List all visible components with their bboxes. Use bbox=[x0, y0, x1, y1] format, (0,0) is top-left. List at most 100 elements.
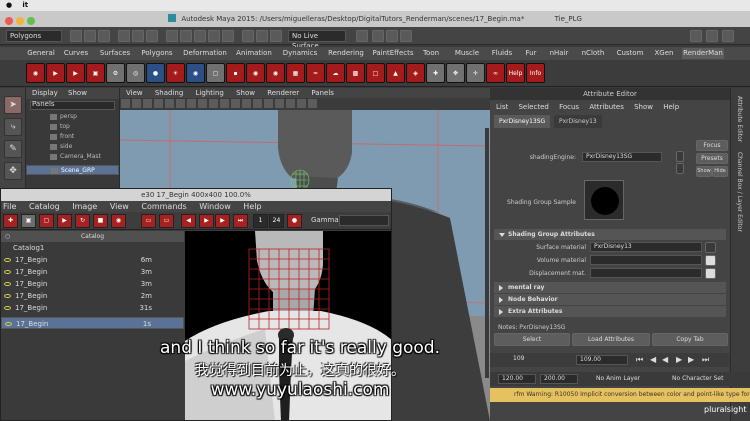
shelf-tab-toon[interactable]: Toon bbox=[420, 48, 442, 59]
shelf-tab-general[interactable]: General bbox=[26, 48, 56, 59]
catalog-item[interactable]: 17_Begin 2m bbox=[1, 290, 184, 302]
transform-icon[interactable]: ✛ bbox=[466, 63, 485, 83]
safe-title-icon[interactable] bbox=[220, 99, 229, 108]
frame-end-field[interactable]: 24 bbox=[269, 214, 284, 228]
refresh-icon[interactable]: ↻ bbox=[75, 214, 90, 228]
outliner-item[interactable]: side bbox=[26, 142, 119, 152]
ipr-render-icon[interactable]: ▶ bbox=[57, 214, 72, 228]
catalog-item[interactable]: 17_Begin 3m bbox=[1, 266, 184, 278]
tab-pxrdisney13sg[interactable]: PxrDisney13SG bbox=[494, 115, 551, 128]
material-sphere-icon[interactable]: ◉ bbox=[266, 63, 285, 83]
paint-select-icon[interactable]: ✎ bbox=[4, 140, 22, 158]
shelf-tab-xgen[interactable]: XGen bbox=[652, 48, 676, 59]
texture-icon[interactable]: ▦ bbox=[286, 63, 305, 83]
side-tab-attribute-editor[interactable]: Attribute Editor bbox=[736, 96, 743, 142]
go-to-end-image-icon[interactable]: ⏭ bbox=[233, 214, 248, 228]
presets-button[interactable]: Presets bbox=[696, 153, 728, 164]
ipr-icon[interactable]: ▶ bbox=[66, 63, 85, 83]
shelf-tab-muscle[interactable]: Muscle bbox=[452, 48, 482, 59]
viewport-menu-view[interactable]: View bbox=[126, 89, 143, 97]
checker-icon[interactable] bbox=[705, 255, 716, 266]
checker-icon[interactable] bbox=[705, 268, 716, 279]
lights-icon[interactable] bbox=[275, 99, 284, 108]
grid-icon[interactable] bbox=[154, 99, 163, 108]
render-menu-commands[interactable]: Commands bbox=[141, 202, 186, 211]
render-current-frame-icon[interactable] bbox=[372, 30, 384, 42]
viewport-menu-lighting[interactable]: Lighting bbox=[196, 89, 224, 97]
camera-attr-icon[interactable] bbox=[121, 99, 130, 108]
render-menu-image[interactable]: Image bbox=[72, 202, 97, 211]
tab-pxrdisney13[interactable]: PxrDisney13 bbox=[554, 115, 602, 128]
catalog-item[interactable]: 17_Begin 31s bbox=[1, 302, 184, 314]
shelf-tab-ncloth[interactable]: nCloth bbox=[578, 48, 608, 59]
batch-render-icon[interactable]: ▣ bbox=[86, 63, 105, 83]
viewport-menu-panels[interactable]: Panels bbox=[311, 89, 334, 97]
outliner-menu-show[interactable]: Show bbox=[68, 89, 87, 97]
viewport-menu-shading[interactable]: Shading bbox=[155, 89, 183, 97]
eye-icon[interactable] bbox=[4, 270, 11, 274]
renderman-logo-icon[interactable]: ✚ bbox=[3, 214, 18, 228]
menu-set-select[interactable]: Polygons bbox=[6, 30, 62, 42]
ipr-render-icon[interactable] bbox=[386, 30, 398, 42]
shelf-tab-fur[interactable]: Fur bbox=[522, 48, 540, 59]
render-settings-icon[interactable] bbox=[400, 30, 412, 42]
select-handle-icon[interactable] bbox=[166, 30, 178, 42]
catalog-item[interactable]: 17_Begin 3m bbox=[1, 278, 184, 290]
outliner-item[interactable]: front bbox=[26, 132, 119, 142]
field-chart-icon[interactable] bbox=[198, 99, 207, 108]
snap-grid-icon[interactable] bbox=[242, 30, 254, 42]
apple-menu-icon[interactable]: ● bbox=[6, 1, 12, 9]
xray-icon[interactable] bbox=[297, 99, 306, 108]
isolate-icon[interactable] bbox=[308, 99, 317, 108]
smooth-shade-icon[interactable] bbox=[242, 99, 251, 108]
section-node-behavior[interactable]: Node Behavior bbox=[494, 294, 726, 305]
section-mental-ray[interactable]: mental ray bbox=[494, 282, 726, 293]
catalog-item[interactable]: 17_Begin 6m bbox=[1, 254, 184, 266]
render-menu-catalog[interactable]: Catalog bbox=[29, 202, 60, 211]
toggle-channel-box-icon[interactable] bbox=[722, 30, 734, 42]
wireframe-icon[interactable] bbox=[231, 99, 240, 108]
material-icon[interactable]: ◉ bbox=[246, 63, 265, 83]
shelf-tab-custom[interactable]: Custom bbox=[614, 48, 646, 59]
info-icon[interactable]: Info bbox=[526, 63, 545, 83]
keep-image-icon[interactable]: ▭ bbox=[141, 214, 156, 228]
select-deformation-icon[interactable] bbox=[222, 30, 234, 42]
shelf-tab-nhair[interactable]: nHair bbox=[546, 48, 572, 59]
pattern-icon[interactable]: ◈ bbox=[406, 63, 425, 83]
ae-menu-help[interactable]: Help bbox=[663, 103, 679, 111]
gamma-field[interactable] bbox=[339, 215, 389, 226]
section-extra-attributes[interactable]: Extra Attributes bbox=[494, 306, 726, 317]
snapshot-icon[interactable]: ▣ bbox=[21, 214, 36, 228]
play-image-icon[interactable]: ▶ bbox=[215, 214, 230, 228]
eye-icon[interactable] bbox=[4, 294, 11, 298]
sun-light-icon[interactable]: ☀ bbox=[166, 63, 185, 83]
shelf-tab-painteffects[interactable]: PaintEffects bbox=[372, 48, 414, 59]
shader-icon[interactable]: ▲ bbox=[386, 63, 405, 83]
outliner-menu-display[interactable]: Display bbox=[32, 89, 58, 97]
shelf-tab-dynamics[interactable]: Dynamics bbox=[280, 48, 320, 59]
render-icon[interactable]: ▶ bbox=[46, 63, 65, 83]
renderman-globe-icon[interactable]: ◉ bbox=[26, 63, 45, 83]
go-to-output-icon[interactable] bbox=[676, 163, 684, 174]
resolution-gate-icon[interactable] bbox=[176, 99, 185, 108]
move-tool-icon[interactable]: ✥ bbox=[4, 162, 22, 180]
bake-icon[interactable]: ▩ bbox=[346, 63, 365, 83]
crosshair-icon[interactable]: ✚ bbox=[426, 63, 445, 83]
gate-mask-icon[interactable] bbox=[187, 99, 196, 108]
render-menu-file[interactable]: File bbox=[3, 202, 16, 211]
toggle-tool-settings-icon[interactable] bbox=[706, 30, 718, 42]
outliner-item[interactable]: top bbox=[26, 122, 119, 132]
outliner-menu-panels[interactable]: Panels bbox=[32, 100, 55, 108]
eye-icon[interactable]: ◎ bbox=[126, 63, 145, 83]
rect-light-icon[interactable]: ▪ bbox=[226, 63, 245, 83]
focus-button[interactable]: Focus bbox=[696, 140, 728, 151]
volume-material-field[interactable] bbox=[590, 255, 702, 265]
eye-icon[interactable] bbox=[5, 322, 12, 326]
remove-image-icon[interactable]: ▭ bbox=[159, 214, 174, 228]
shading-engine-field[interactable]: PxrDisney13SG bbox=[582, 152, 662, 162]
select-surface-icon[interactable] bbox=[208, 30, 220, 42]
shelf-tab-deformation[interactable]: Deformation bbox=[182, 48, 228, 59]
textured-icon[interactable] bbox=[264, 99, 273, 108]
ae-menu-list[interactable]: List bbox=[496, 103, 508, 111]
select-object-icon[interactable] bbox=[132, 30, 144, 42]
